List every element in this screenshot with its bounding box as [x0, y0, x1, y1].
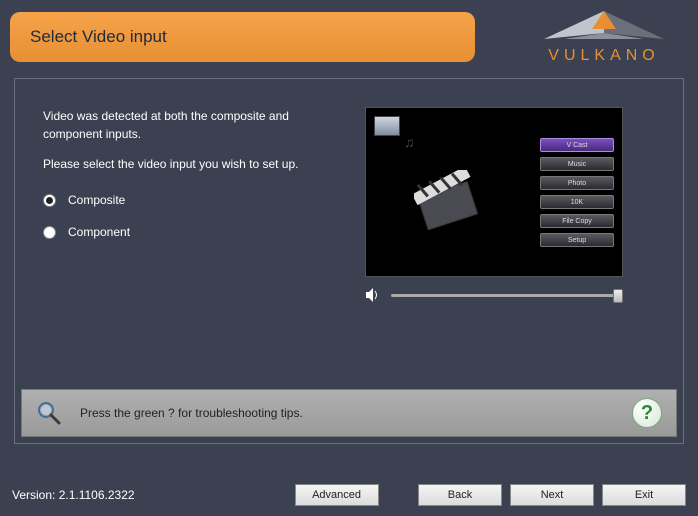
content-area: Video was detected at both the composite… — [15, 79, 683, 363]
help-icon: ? — [641, 402, 653, 425]
volume-thumb[interactable] — [613, 289, 623, 303]
page-title-bar: Select Video input — [10, 12, 475, 62]
preview-menu-item: File Copy — [540, 214, 614, 228]
volume-control — [365, 287, 623, 303]
radio-label-composite: Composite — [68, 191, 125, 209]
brand-logo: VULKANO — [544, 9, 664, 65]
preview-menu-item: 10K — [540, 195, 614, 209]
preview-menu-item: Music — [540, 157, 614, 171]
header: Select Video input VULKANO — [0, 0, 698, 74]
radio-component[interactable]: Component — [43, 223, 303, 241]
magnifier-icon — [36, 400, 62, 426]
advanced-button-label: Advanced — [312, 489, 361, 501]
instruction-text-2: Please select the video input you wish t… — [43, 155, 303, 173]
nav-button-group: Back Next Exit — [410, 484, 686, 506]
page-title: Select Video input — [30, 27, 167, 47]
video-input-radio-group: Composite Component — [43, 191, 303, 241]
preview-menu-item: V Cast — [540, 138, 614, 152]
preview-menu-item: Setup — [540, 233, 614, 247]
instructions-column: Video was detected at both the composite… — [43, 107, 303, 353]
preview-menu-list: V Cast Music Photo 10K File Copy Setup — [540, 138, 614, 247]
next-button-label: Next — [541, 489, 564, 501]
exit-button-label: Exit — [635, 489, 653, 501]
radio-composite[interactable]: Composite — [43, 191, 303, 209]
brand-text: VULKANO — [548, 47, 659, 65]
clapperboard-icon — [414, 170, 484, 230]
radio-dot-icon — [43, 226, 56, 239]
next-button[interactable]: Next — [510, 484, 594, 506]
speaker-icon — [365, 287, 381, 303]
radio-label-component: Component — [68, 223, 130, 241]
advanced-button[interactable]: Advanced — [295, 484, 379, 506]
radio-dot-icon — [43, 194, 56, 207]
instruction-text-1: Video was detected at both the composite… — [43, 107, 303, 143]
pyramid-icon — [544, 9, 664, 45]
thumbnail-icon — [374, 116, 400, 136]
volume-slider[interactable] — [391, 294, 623, 297]
video-preview: ♫ V Cast Music Photo 10K — [365, 107, 623, 277]
tip-bar: Press the green ? for troubleshooting ti… — [21, 389, 677, 437]
version-label: Version: 2.1.1106.2322 — [12, 488, 135, 502]
main-panel: Video was detected at both the composite… — [14, 78, 684, 444]
back-button[interactable]: Back — [418, 484, 502, 506]
back-button-label: Back — [448, 489, 472, 501]
preview-menu-item: Photo — [540, 176, 614, 190]
music-note-icon: ♫ — [404, 134, 415, 150]
preview-column: ♫ V Cast Music Photo 10K — [333, 107, 655, 353]
help-button[interactable]: ? — [632, 398, 662, 428]
footer: Version: 2.1.1106.2322 Advanced Back Nex… — [12, 484, 686, 506]
tip-text: Press the green ? for troubleshooting ti… — [80, 406, 303, 420]
exit-button[interactable]: Exit — [602, 484, 686, 506]
